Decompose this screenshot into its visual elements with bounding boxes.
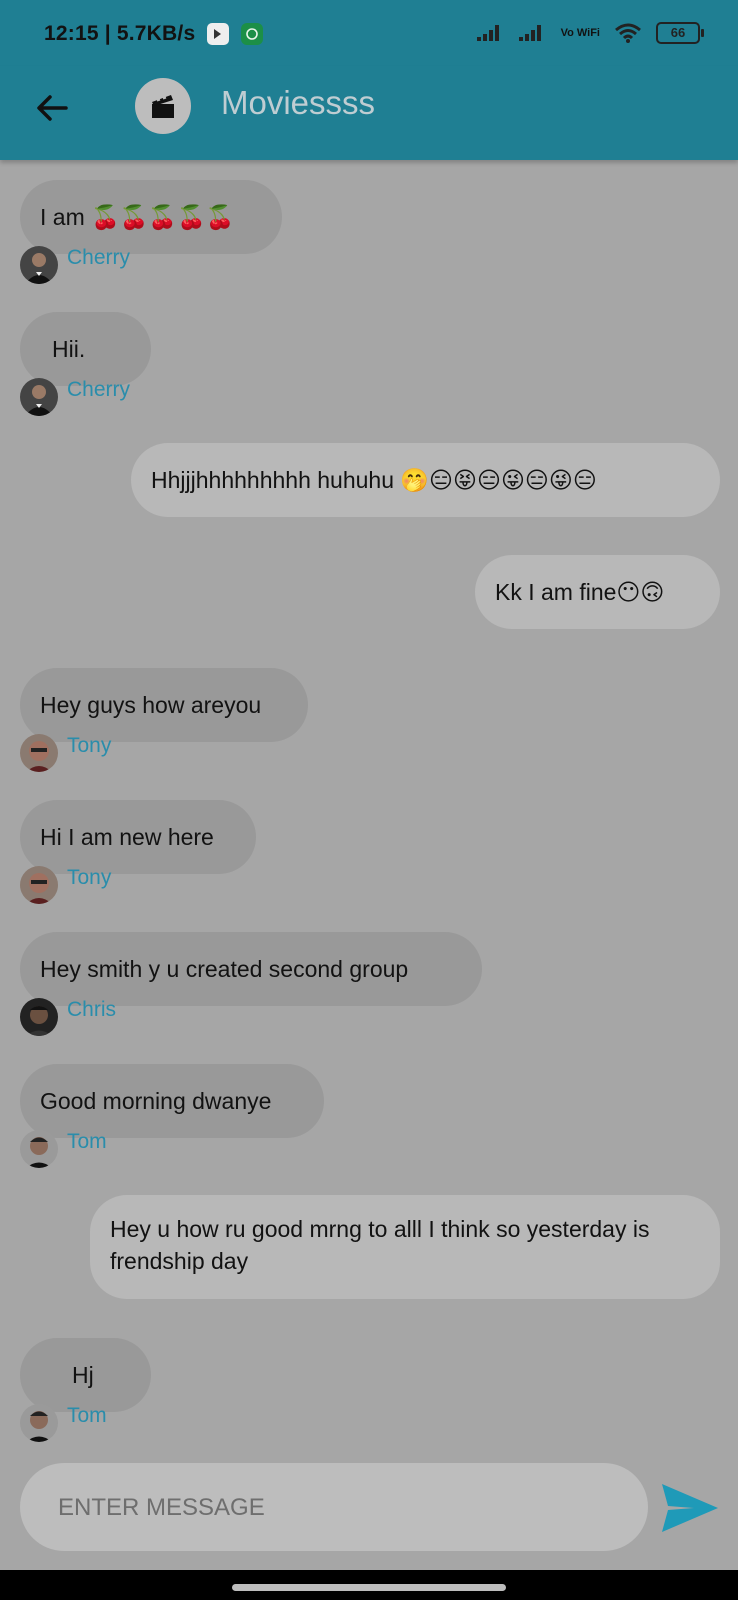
wifi-icon [615,23,641,43]
outgoing-message-bubble: Kk I am fine😶🙃 [475,555,720,629]
incoming-message-bubble: Hey smith y u created second group [20,932,482,1006]
whatsapp-icon [241,23,264,46]
outgoing-message-bubble: Hhjjjhhhhhhhhh huhuhu 🤭😑😝😑😜😑😜😑 [131,443,720,517]
network-speed: 5.7KB/s [116,22,196,45]
status-icons: Vo WiFi 66 [476,22,704,44]
vowifi-icon: Vo WiFi [560,27,600,39]
sender-name: Cherry [67,246,131,269]
avatar [20,998,58,1036]
avatar [20,734,58,772]
send-icon [662,1484,718,1532]
incoming-message-bubble: Hey guys how areyou [20,668,308,742]
sender-name: Cherry [67,378,131,401]
avatar [20,1130,58,1168]
signal-icon [476,25,505,41]
avatar [20,246,58,284]
sender-name: Tony [67,866,112,889]
status-time: 12:15 | 5.7KB/s [44,22,264,46]
incoming-message-bubble: Hi I am new here [20,800,256,874]
sender-name: Tom [67,1130,107,1153]
incoming-message-bubble: Good morning dwanye [20,1064,324,1138]
clock: 12:15 [44,22,99,45]
battery-icon: 66 [656,22,704,44]
back-button[interactable] [32,88,72,128]
send-button[interactable] [660,1480,720,1536]
message-input[interactable] [56,1487,620,1529]
incoming-message-bubble: Hii. [20,312,151,386]
avatar [20,866,58,904]
app-bar: Moviessss [0,66,738,160]
home-gesture-handle[interactable] [232,1584,506,1591]
clapperboard-icon [152,95,174,118]
outgoing-message-bubble: Hey u how ru good mrng to alll I think s… [90,1195,720,1299]
message-list[interactable]: I am 🍒🍒🍒🍒🍒 Cherry Hii. Cherry Hhjjjhhhhh… [0,160,738,1460]
app-notification-icon [207,23,230,46]
status-bar: 12:15 | 5.7KB/s Vo WiFi 66 [0,0,738,66]
sender-name: Chris [67,998,117,1021]
avatar [20,1404,58,1442]
avatar [20,378,58,416]
group-avatar[interactable] [135,78,191,134]
message-composer [20,1463,648,1551]
sender-name: Tony [67,734,112,757]
group-title: Moviessss [221,84,376,121]
signal-icon [518,25,547,41]
arrow-back-icon [37,95,68,121]
incoming-message-bubble: Hj [20,1338,151,1412]
incoming-message-bubble: I am 🍒🍒🍒🍒🍒 [20,180,282,254]
separator: | [104,22,117,45]
sender-name: Tom [67,1404,107,1427]
